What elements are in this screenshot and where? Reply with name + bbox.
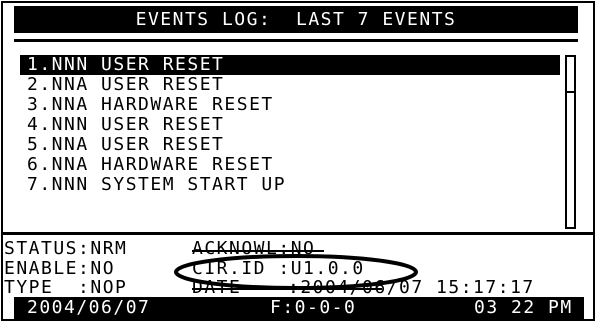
- status-value: STATUS:NRM: [4, 238, 128, 259]
- enable-value: ENABLE:NO: [4, 258, 116, 279]
- event-item-label: 4.NNN USER RESET: [27, 114, 225, 135]
- events-log-screen: EVENTS LOG: LAST 7 EVENTS 1.NNN USER RES…: [1, 1, 595, 321]
- event-item-7[interactable]: 7.NNN SYSTEM START UP: [20, 175, 560, 195]
- event-item-1[interactable]: 1.NNN USER RESET: [20, 55, 560, 75]
- title-divider: [14, 39, 578, 42]
- scrollbar-thumb[interactable]: [567, 57, 574, 93]
- event-item-label: 7.NNN SYSTEM START UP: [27, 174, 287, 195]
- event-item-5[interactable]: 5.NNA USER RESET: [20, 135, 560, 155]
- event-item-3[interactable]: 3.NNA HARDWARE RESET: [20, 95, 560, 115]
- event-item-label: 6.NNA HARDWARE RESET: [27, 154, 274, 175]
- details-divider: [3, 232, 593, 235]
- highlight-ellipse: [174, 254, 418, 290]
- event-item-label: 1.NNN USER RESET: [27, 54, 225, 75]
- strikethrough-line: [192, 250, 324, 252]
- list-scrollbar[interactable]: [565, 55, 576, 229]
- type-value: TYPE :NOP: [4, 277, 128, 298]
- event-item-label: 3.NNA HARDWARE RESET: [27, 94, 274, 115]
- title-bar: EVENTS LOG: LAST 7 EVENTS: [14, 6, 578, 33]
- event-item-label: 2.NNA USER RESET: [27, 74, 225, 95]
- event-item-2[interactable]: 2.NNA USER RESET: [20, 75, 560, 95]
- event-item-label: 5.NNA USER RESET: [27, 134, 225, 155]
- page-title: EVENTS LOG: LAST 7 EVENTS: [135, 9, 457, 30]
- event-item-4[interactable]: 4.NNN USER RESET: [20, 115, 560, 135]
- event-item-6[interactable]: 6.NNA HARDWARE RESET: [20, 155, 560, 175]
- footer-f-value: F:0-0-0: [270, 297, 357, 318]
- footer-time: 03 22 PM: [474, 297, 573, 318]
- footer-date: 2004/06/07: [27, 297, 151, 318]
- footer-bar: 2004/06/07 F:0-0-0 03 22 PM: [14, 297, 584, 319]
